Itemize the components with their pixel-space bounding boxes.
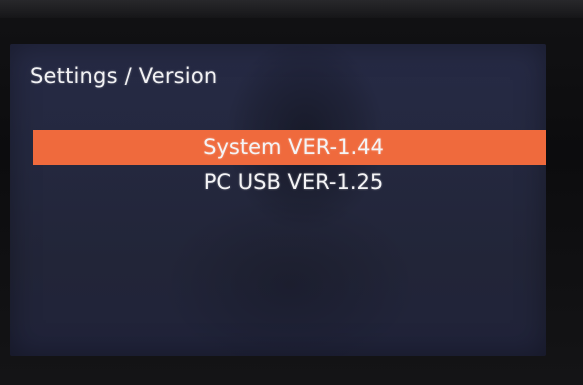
display-screen: Settings / Version System VER-1.44 PC US… [10, 44, 546, 356]
menu-item-pc-usb-version[interactable]: PC USB VER-1.25 [33, 165, 546, 200]
page-title: Settings / Version [30, 64, 218, 88]
screen-reflection-body [160, 194, 420, 356]
menu-item-system-version[interactable]: System VER-1.44 [33, 130, 546, 165]
device-photo: Settings / Version System VER-1.44 PC US… [0, 0, 583, 385]
device-bezel [0, 0, 583, 18]
version-menu: System VER-1.44 PC USB VER-1.25 [33, 130, 546, 200]
